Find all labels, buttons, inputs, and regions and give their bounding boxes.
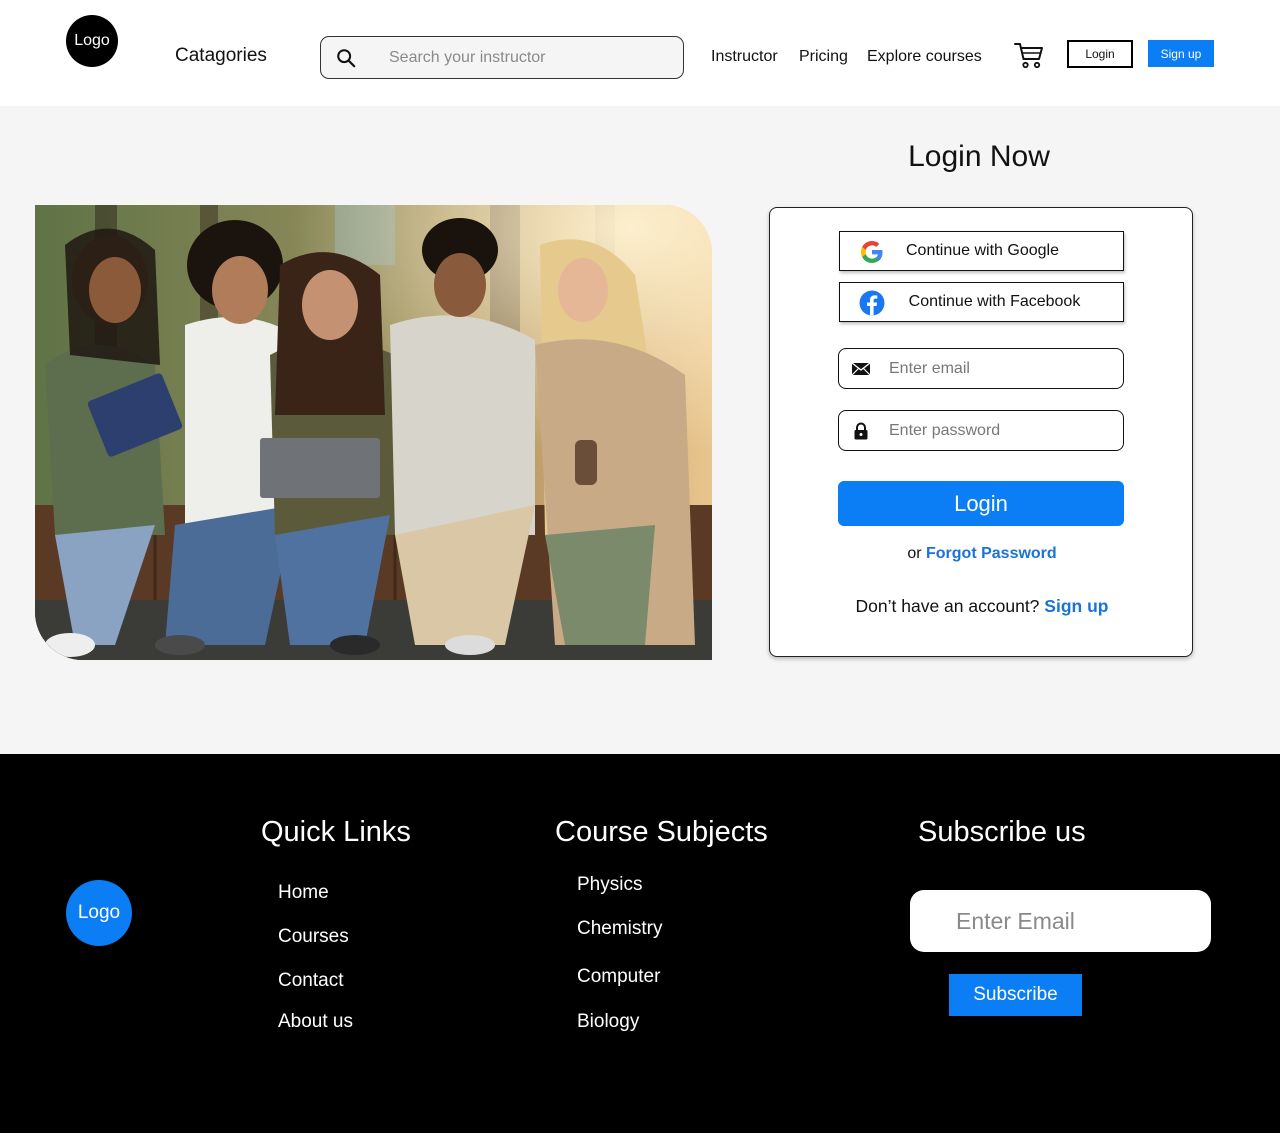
header-login-button[interactable]: Login (1067, 40, 1133, 68)
nav-link-instructor[interactable]: Instructor (711, 48, 778, 66)
footer-link-contact[interactable]: Contact (278, 970, 343, 992)
login-submit-button[interactable]: Login (838, 481, 1124, 526)
subscribe-button[interactable]: Subscribe (949, 974, 1082, 1016)
password-input[interactable] (889, 419, 1109, 443)
no-account-text: Don’t have an account? (855, 596, 1040, 616)
login-section: Login Now Continue with Google Continue … (0, 106, 1280, 754)
password-field[interactable] (838, 410, 1124, 451)
search-bar[interactable] (320, 36, 684, 79)
continue-with-facebook-button[interactable]: Continue with Facebook (839, 282, 1124, 322)
forgot-password-link[interactable]: Forgot Password (926, 545, 1057, 562)
signup-link[interactable]: Sign up (1044, 596, 1108, 616)
footer: Logo Quick Links Home Courses Contact Ab… (0, 754, 1280, 1133)
subscribe-heading: Subscribe us (918, 816, 1086, 848)
subject-link-chemistry[interactable]: Chemistry (577, 918, 663, 940)
continue-with-google-button[interactable]: Continue with Google (839, 231, 1124, 271)
subject-link-computer[interactable]: Computer (577, 966, 660, 988)
subject-link-biology[interactable]: Biology (577, 1011, 639, 1033)
envelope-icon (851, 362, 871, 376)
search-icon[interactable] (335, 47, 357, 69)
email-field[interactable] (838, 348, 1124, 389)
nav-link-pricing[interactable]: Pricing (799, 48, 848, 66)
login-card: Continue with Google Continue with Faceb… (769, 207, 1193, 657)
footer-link-home[interactable]: Home (278, 882, 329, 904)
header-logo[interactable]: Logo (66, 15, 118, 67)
or-text: or (907, 545, 922, 562)
search-input[interactable] (389, 46, 669, 70)
signup-prompt-row: Don’t have an account? Sign up (770, 596, 1194, 617)
lock-icon (854, 422, 868, 440)
google-button-label: Continue with Google (906, 242, 1059, 259)
header-signup-button[interactable]: Sign up (1148, 40, 1214, 67)
footer-logo[interactable]: Logo (66, 880, 132, 946)
quick-links-heading: Quick Links (261, 816, 411, 848)
subscribe-email-input[interactable] (956, 906, 1196, 936)
cart-icon[interactable] (1014, 41, 1044, 69)
categories-menu[interactable]: Catagories (175, 45, 267, 67)
facebook-button-label: Continue with Facebook (908, 293, 1081, 310)
subject-link-physics[interactable]: Physics (577, 874, 642, 896)
footer-link-about-us[interactable]: About us (278, 1011, 353, 1033)
footer-link-courses[interactable]: Courses (278, 926, 349, 948)
login-heading: Login Now (908, 140, 1050, 173)
subscribe-email-field[interactable] (910, 890, 1211, 952)
forgot-password-row: or Forgot Password (770, 545, 1194, 563)
nav-link-explore-courses[interactable]: Explore courses (867, 48, 982, 66)
top-navbar: Logo Catagories Instructor Pricing Explo… (0, 0, 1280, 106)
hero-students-image (35, 205, 712, 660)
email-input[interactable] (889, 357, 1109, 381)
course-subjects-heading: Course Subjects (555, 816, 768, 848)
